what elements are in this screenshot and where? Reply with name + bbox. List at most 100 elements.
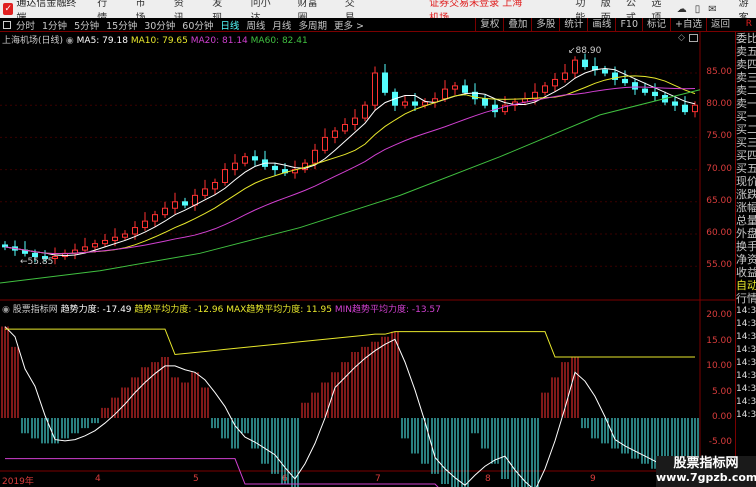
candle-up [102,239,108,245]
ma60-value: MA60: 82.41 [250,36,308,46]
quote-field-label: 总量 [736,214,756,227]
quote-field-label: 涨幅 [736,201,756,214]
candle-up [222,169,228,183]
ma20-line [4,86,696,255]
candle-up [562,72,568,80]
quote-field-label: 委比 [736,32,756,45]
candle-down [182,201,188,206]
price-tick: 85.00 [706,67,732,77]
candle-down [642,88,648,93]
quote-field-label: 卖三 [736,71,756,84]
candle-up [342,124,348,132]
candle-up [692,104,698,113]
candle-up [332,130,338,138]
candle-up [322,136,328,151]
candle-down [382,72,388,93]
watermark: 股票指标网 www.7gpzb.com [656,456,756,487]
candle-up [132,227,138,235]
quote-field-label: 14:30 [736,345,756,355]
low-annotation: ←55.85 [20,257,53,267]
candle-down [272,165,278,171]
candle-up [92,243,98,248]
candle-up [212,181,218,190]
candle-up [542,85,548,93]
candle-up [202,188,208,196]
indicator-name: 股票指标网 [12,305,58,315]
date-tick: 8 [485,474,491,484]
quote-field-label: 行情 [736,292,756,305]
indicator-legend: ◉ 股票指标网 趋势力度: -17.49 趋势平均力度: -12.96 MAX趋… [2,302,441,315]
quote-field-label: 买四 [736,149,756,162]
quote-panel: 委比 卖五 卖四 卖三 卖二 卖一 买一 买二 买三 买四 买五 现价 涨跌 涨幅 总量 外盘 换手 净资 收益 自动… [735,32,756,487]
quote-field-label: 卖一 [736,97,756,110]
ma60-line [0,89,701,284]
candle-up [312,149,318,164]
quote-field-label: 外盘 [736,227,756,240]
candle-up [242,156,248,164]
price-tick: 55.00 [706,260,732,271]
settings-icon[interactable]: ◉ [66,36,74,46]
price-tick: 70.00 [706,163,732,174]
candle-up [452,85,458,90]
quote-field-label: 现价 [736,175,756,188]
indicator-tick: -5.00 [708,437,732,448]
price-tick: 80.00 [706,99,732,110]
indicator-tick: 15.00 [706,335,732,346]
max-value: MAX趋势平均力度: 11.95 [226,305,332,315]
avg-trend-line [4,326,696,487]
date-tick: 4 [95,474,101,484]
indicator-tick: 0.00 [711,412,732,422]
indicator-tick: 10.00 [706,361,732,372]
ma10-value: MA10: 79.65 [130,36,188,46]
settings-icon[interactable]: ◉ [2,305,10,315]
quote-field-label: 14:30 [736,306,756,316]
trend-value: 趋势力度: -17.49 [60,305,132,315]
candle-up [142,220,148,229]
candle-up [112,236,118,241]
candle-up [422,101,428,106]
candle-down [622,78,628,84]
candle-up [232,162,238,171]
candle-up [152,214,158,222]
candle-up [402,101,408,106]
candle-down [252,156,258,161]
diamond-icon[interactable]: ◇ [678,33,685,43]
indicator-tick: 5.00 [711,386,732,397]
quote-field-label: 14:31 [736,384,756,394]
max-avg-line [5,328,695,358]
quote-field-label: 14:30 [736,319,756,329]
quote-field-label: 买五 [736,162,756,175]
quote-field-label: 14:31 [736,397,756,407]
quote-field-label: 14:30 [736,358,756,368]
price-tick: 65.00 [706,195,732,206]
ma5-line [4,67,696,257]
quote-field-label: 买三 [736,136,756,149]
candle-down [672,101,678,106]
quote-field-label: 换手 [736,240,756,253]
ma5-value: MA5: 79.18 [76,36,128,46]
indicator-tick: 20.00 [706,310,732,321]
candle-down [492,104,498,113]
date-tick: 2019年 [2,477,34,487]
candle-up [122,233,128,238]
quote-field-label: 买一 [736,110,756,123]
window-icon[interactable] [689,34,698,42]
price-legend: 上海机场(日线) ◉ MA5: 79.18 MA10: 79.65 MA20: … [2,33,308,46]
price-tick: 60.00 [706,228,732,238]
candle-down [462,85,468,93]
quote-field-label: 14:31 [736,410,756,420]
candle-down [652,91,658,97]
watermark-line2: www.7gpzb.com [656,471,756,484]
candle-down [482,98,488,106]
candle-up [362,104,368,119]
quote-field-label: 14:30 [736,371,756,381]
quote-field-label: 买二 [736,123,756,136]
ma10-line [4,75,696,255]
candle-down [682,104,688,113]
candle-down [582,59,588,68]
chart-canvas[interactable]: ↙88.90 ←55.85 [0,0,735,487]
candle-down [632,82,638,90]
avg-value: 趋势平均力度: -12.96 [134,305,224,315]
quote-field-label: 14:30 [736,332,756,342]
ma20-value: MA20: 81.14 [190,36,248,46]
